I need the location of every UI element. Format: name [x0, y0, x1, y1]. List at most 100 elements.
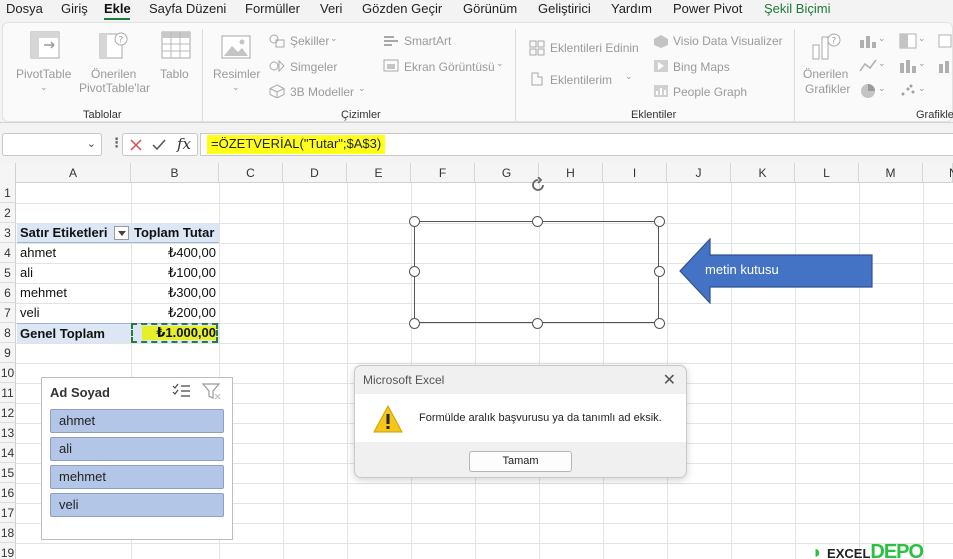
- column-header-k[interactable]: K: [731, 163, 795, 183]
- text-box-shape[interactable]: [414, 221, 659, 323]
- tab-review[interactable]: Gözden Geçir: [362, 1, 442, 16]
- row-header[interactable]: 1: [0, 183, 16, 203]
- column-header-d[interactable]: D: [283, 163, 347, 183]
- row-header[interactable]: 11: [0, 383, 16, 403]
- resize-handle-bottom[interactable]: [532, 318, 543, 329]
- pivot-row-value[interactable]: ₺300,00: [131, 283, 219, 303]
- close-icon[interactable]: ✕: [663, 370, 676, 390]
- pie-chart-dropdown-icon[interactable]: ⌄: [878, 83, 886, 94]
- pie-chart-icon[interactable]: [859, 83, 877, 99]
- table-button[interactable]: Tablo: [160, 67, 189, 81]
- resize-handle-left[interactable]: [409, 266, 420, 277]
- worksheet[interactable]: A B C D E F G H I J K L M N Satır Etiket…: [0, 163, 953, 559]
- screenshot-button[interactable]: Ekran Görüntüsü: [404, 60, 495, 74]
- bing-maps-button[interactable]: Bing Maps: [673, 60, 730, 74]
- column-header-f[interactable]: F: [411, 163, 475, 183]
- column-header-i[interactable]: I: [603, 163, 667, 183]
- pivot-grand-total-label[interactable]: Genel Toplam: [17, 323, 131, 343]
- column-header-b[interactable]: B: [131, 163, 219, 183]
- formula-input[interactable]: =ÖZETVERİAL("Tutar";$A$3): [200, 133, 953, 156]
- statistic-chart-icon[interactable]: [899, 58, 917, 74]
- statistic-chart-dropdown-icon[interactable]: ⌄: [918, 58, 926, 69]
- column-header-l[interactable]: L: [795, 163, 859, 183]
- resize-handle-bottom-right[interactable]: [654, 318, 665, 329]
- combo-chart-icon[interactable]: [938, 58, 952, 74]
- tab-formulas[interactable]: Formüller: [245, 1, 300, 16]
- slicer-item[interactable]: ahmet: [50, 409, 224, 433]
- ok-button[interactable]: Tamam: [469, 451, 572, 472]
- name-box[interactable]: ⌄: [2, 133, 102, 156]
- row-header[interactable]: 6: [0, 283, 16, 303]
- icons-button[interactable]: Simgeler: [290, 60, 337, 74]
- pivot-filter-dropdown[interactable]: [114, 226, 129, 240]
- pivot-row-label[interactable]: ahmet: [20, 243, 130, 263]
- clear-filter-icon[interactable]: [202, 383, 222, 401]
- 3d-models-dropdown-icon[interactable]: ⌄: [358, 83, 366, 94]
- slicer-item[interactable]: ali: [50, 437, 224, 461]
- tab-power-pivot[interactable]: Power Pivot: [673, 1, 742, 16]
- pivottable-button[interactable]: PivotTable: [16, 67, 71, 81]
- resize-handle-top-right[interactable]: [654, 216, 665, 227]
- column-header-n[interactable]: N: [923, 163, 953, 183]
- recommended-pivottables-button-line1[interactable]: Önerilen: [91, 67, 136, 81]
- line-chart-icon[interactable]: [859, 58, 877, 74]
- hierarchy-chart-dropdown-icon[interactable]: ⌄: [918, 33, 926, 44]
- chevron-down-icon[interactable]: ⌄: [87, 137, 96, 150]
- cancel-icon[interactable]: [129, 138, 143, 152]
- row-header[interactable]: 8: [0, 323, 16, 343]
- recommended-pivottables-button-line2[interactable]: PivotTable'lar: [79, 81, 150, 95]
- rotate-handle-icon[interactable]: [530, 177, 546, 193]
- column-chart-dropdown-icon[interactable]: ⌄: [878, 33, 886, 44]
- tab-insert[interactable]: Ekle: [104, 1, 131, 16]
- resize-handle-top[interactable]: [532, 216, 543, 227]
- pivot-row-value[interactable]: ₺200,00: [131, 303, 219, 323]
- row-header[interactable]: 19: [0, 543, 16, 559]
- pictures-dropdown-icon[interactable]: ⌄: [232, 82, 240, 93]
- get-addins-button[interactable]: Eklentileri Edinin: [550, 41, 639, 55]
- my-addins-dropdown-icon[interactable]: ⌄: [625, 71, 633, 82]
- tab-page-layout[interactable]: Sayfa Düzeni: [149, 1, 226, 16]
- row-header[interactable]: 5: [0, 263, 16, 283]
- slicer-item[interactable]: veli: [50, 493, 224, 517]
- scatter-chart-icon[interactable]: [899, 83, 917, 99]
- column-header-h[interactable]: H: [539, 163, 603, 183]
- tab-shape-format[interactable]: Şekil Biçimi: [764, 1, 830, 16]
- pivottable-dropdown-icon[interactable]: ⌄: [40, 82, 48, 93]
- recommended-charts-button-line2[interactable]: Grafikler: [805, 82, 850, 96]
- row-header[interactable]: 7: [0, 303, 16, 323]
- insert-function-icon[interactable]: fx: [177, 135, 191, 153]
- row-header[interactable]: 9: [0, 343, 16, 363]
- multi-select-icon[interactable]: [172, 383, 192, 399]
- tab-file[interactable]: Dosya: [6, 1, 43, 16]
- column-header-c[interactable]: C: [219, 163, 283, 183]
- row-header[interactable]: 2: [0, 203, 16, 223]
- row-header[interactable]: 16: [0, 483, 16, 503]
- row-header[interactable]: 14: [0, 443, 16, 463]
- tab-view[interactable]: Görünüm: [463, 1, 517, 16]
- column-chart-icon[interactable]: [859, 33, 877, 49]
- pivot-row-label[interactable]: mehmet: [20, 283, 130, 303]
- column-header-j[interactable]: J: [667, 163, 731, 183]
- pivot-row-label[interactable]: veli: [20, 303, 130, 323]
- pivot-row-value[interactable]: ₺100,00: [131, 263, 219, 283]
- row-header[interactable]: 3: [0, 223, 16, 243]
- row-header[interactable]: 15: [0, 463, 16, 483]
- resize-handle-top-left[interactable]: [409, 216, 420, 227]
- resize-handle-right[interactable]: [654, 266, 665, 277]
- pivot-row-value[interactable]: ₺400,00: [131, 243, 219, 263]
- shapes-dropdown-icon[interactable]: ⌄: [330, 33, 338, 44]
- tab-developer[interactable]: Geliştirici: [538, 1, 591, 16]
- resize-handle-bottom-left[interactable]: [409, 318, 420, 329]
- line-chart-dropdown-icon[interactable]: ⌄: [878, 58, 886, 69]
- enter-check-icon[interactable]: [151, 138, 167, 152]
- map-chart-icon[interactable]: [938, 33, 952, 49]
- column-header-m[interactable]: M: [859, 163, 923, 183]
- people-graph-button[interactable]: People Graph: [673, 85, 747, 99]
- smartart-button[interactable]: SmartArt: [404, 34, 451, 48]
- slicer-item[interactable]: mehmet: [50, 465, 224, 489]
- tab-data[interactable]: Veri: [320, 1, 342, 16]
- column-header-e[interactable]: E: [347, 163, 411, 183]
- select-all-corner[interactable]: [0, 163, 16, 183]
- recommended-charts-button-line1[interactable]: Önerilen: [803, 67, 848, 81]
- screenshot-dropdown-icon[interactable]: ⌄: [496, 58, 504, 69]
